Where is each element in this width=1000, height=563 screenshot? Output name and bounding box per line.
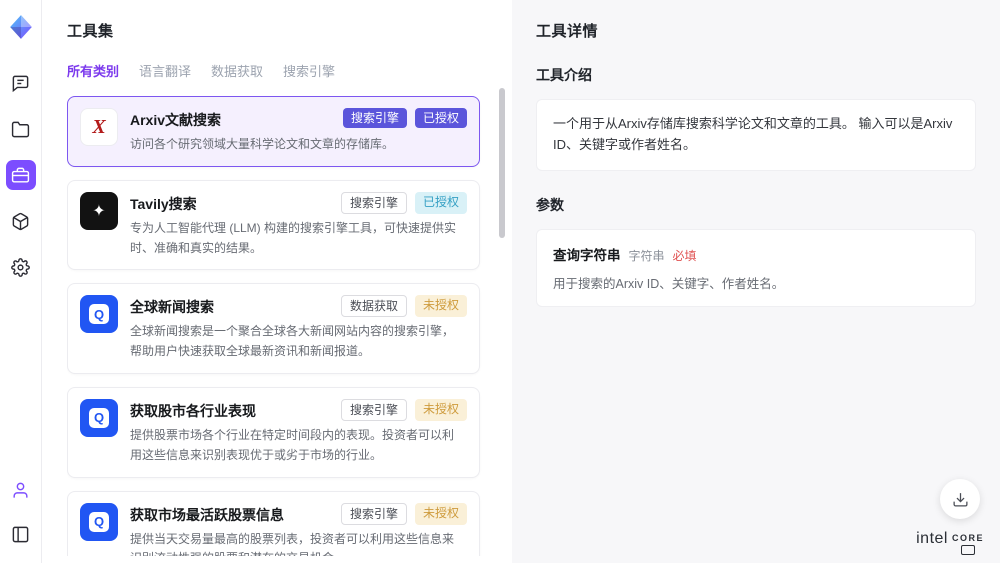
category-tabs: 所有类别 语言翻译 数据获取 搜索引擎 [67, 61, 512, 80]
stock-logo-icon: Q [80, 503, 118, 541]
tool-name: Tavily搜索 [130, 192, 341, 214]
param-required-flag: 必填 [673, 247, 697, 264]
news-logo-icon: Q [80, 295, 118, 333]
tool-card[interactable]: X Arxiv文献搜索 搜索引擎 已授权 访问各个研究领域大量科学论文和文章的存… [67, 96, 480, 167]
tool-detail-panel: 工具详情 工具介绍 一个用于从Arxiv存储库搜索科学论文和文章的工具。 输入可… [512, 0, 1000, 563]
intro-section-label: 工具介绍 [536, 65, 976, 85]
tool-name: 获取股市各行业表现 [130, 399, 341, 421]
rail-nav [6, 68, 36, 282]
category-badge: 搜索引擎 [341, 503, 407, 525]
collapse-sidebar-icon[interactable] [6, 519, 36, 549]
status-badge: 未授权 [415, 295, 467, 317]
settings-gear-icon[interactable] [6, 252, 36, 282]
tab-search-engine[interactable]: 搜索引擎 [283, 61, 335, 80]
tool-name: 全球新闻搜索 [130, 295, 341, 317]
intel-logo-text: intel [916, 530, 948, 548]
stock-logo-icon: Q [80, 399, 118, 437]
status-badge: 未授权 [415, 503, 467, 525]
tool-card[interactable]: Q 获取股市各行业表现 搜索引擎 未授权 提供股票市场各个行业在特定时间段内的表… [67, 387, 480, 478]
download-button[interactable] [940, 479, 980, 519]
download-icon [952, 491, 969, 508]
param-name: 查询字符串 [553, 244, 621, 264]
tool-description: 提供股票市场各个行业在特定时间段内的表现。投资者可以利用这些信息来识别表现优于或… [130, 426, 467, 466]
category-badge: 数据获取 [341, 295, 407, 317]
tab-all-categories[interactable]: 所有类别 [67, 61, 119, 80]
category-badge: 搜索引擎 [343, 108, 407, 128]
tool-name: 获取市场最活跃股票信息 [130, 503, 341, 525]
intel-core-logo: intel CORE [916, 530, 984, 555]
tool-intro-card: 一个用于从Arxiv存储库搜索科学论文和文章的工具。 输入可以是Arxiv ID… [536, 99, 976, 171]
arxiv-logo-icon: X [80, 108, 118, 146]
tool-description: 全球新闻搜索是一个聚合全球各大新闻网站内容的搜索引擎，帮助用户快速获取全球最新资… [130, 322, 467, 362]
tool-description: 访问各个研究领域大量科学论文和文章的存储库。 [130, 135, 467, 155]
tool-card-list: X Arxiv文献搜索 搜索引擎 已授权 访问各个研究领域大量科学论文和文章的存… [67, 96, 512, 556]
detail-title: 工具详情 [536, 20, 976, 41]
user-profile-icon[interactable] [6, 475, 36, 505]
tool-description: 专为人工智能代理 (LLM) 构建的搜索引擎工具，可快速提供实时、准确和真实的结… [130, 219, 467, 259]
tool-card[interactable]: ✦ Tavily搜索 搜索引擎 已授权 专为人工智能代理 (LLM) 构建的搜索… [67, 180, 480, 271]
tavily-logo-icon: ✦ [80, 192, 118, 230]
app-window: 工具集 所有类别 语言翻译 数据获取 搜索引擎 X Arxiv文献搜索 搜索引擎… [0, 0, 1000, 563]
status-badge: 未授权 [415, 399, 467, 421]
category-badge: 搜索引擎 [341, 399, 407, 421]
app-logo-icon[interactable] [8, 14, 34, 40]
rail-bottom [6, 475, 36, 549]
folder-icon[interactable] [6, 114, 36, 144]
tool-description: 提供当天交易量最高的股票列表，投资者可以利用这些信息来识别流动性强的股票和潜在的… [130, 530, 467, 556]
tool-name: Arxiv文献搜索 [130, 108, 343, 130]
param-card: 查询字符串 字符串 必填 用于搜索的Arxiv ID、关键字、作者姓名。 [536, 229, 976, 307]
category-badge: 搜索引擎 [341, 192, 407, 214]
left-rail [0, 0, 42, 563]
tool-card[interactable]: Q 全球新闻搜索 数据获取 未授权 全球新闻搜索是一个聚合全球各大新闻网站内容的… [67, 283, 480, 374]
param-type: 字符串 [629, 247, 665, 264]
core-logo-text: CORE [952, 533, 984, 543]
tools-panel: 工具集 所有类别 语言翻译 数据获取 搜索引擎 X Arxiv文献搜索 搜索引擎… [42, 0, 512, 563]
chat-icon[interactable] [6, 68, 36, 98]
tool-card[interactable]: Q 获取市场最活跃股票信息 搜索引擎 未授权 提供当天交易量最高的股票列表，投资… [67, 491, 480, 556]
package-icon[interactable] [6, 206, 36, 236]
params-section-label: 参数 [536, 195, 976, 215]
list-scrollbar[interactable] [499, 88, 505, 238]
intel-badge-box [961, 545, 975, 555]
tab-language-translation[interactable]: 语言翻译 [139, 61, 191, 80]
toolbox-icon[interactable] [6, 160, 36, 190]
param-description: 用于搜索的Arxiv ID、关键字、作者姓名。 [553, 273, 959, 292]
status-badge: 已授权 [415, 192, 467, 214]
tools-panel-title: 工具集 [67, 20, 512, 41]
status-badge: 已授权 [415, 108, 467, 128]
tab-data-fetch[interactable]: 数据获取 [211, 61, 263, 80]
